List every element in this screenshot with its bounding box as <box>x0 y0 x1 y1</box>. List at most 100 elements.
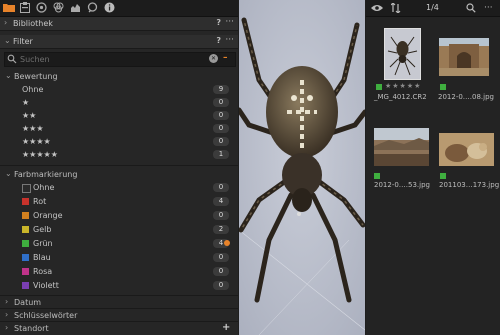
chat-icon[interactable] <box>87 2 98 13</box>
rating-filter-label: ★★ <box>22 111 37 120</box>
count-badge: 0 <box>213 281 229 290</box>
clear-search-icon[interactable]: ✕ <box>209 54 218 63</box>
rating-filter-row[interactable]: ★★★★ 0 <box>0 136 238 148</box>
chevron-down-icon: ⌄ <box>4 36 11 45</box>
color-swatch <box>22 212 29 219</box>
thumbnail-4[interactable] <box>439 133 494 166</box>
date-section-title: Datum <box>14 298 42 307</box>
color-balance-icon[interactable] <box>53 2 64 13</box>
count-badge: 0 <box>213 267 229 276</box>
date-section[interactable]: › Datum <box>0 295 238 309</box>
color-swatch <box>22 184 31 193</box>
color-tag-group-title: Farbmarkierung <box>14 170 78 179</box>
thumbnail-1-caption: _MG_4012.CR2 <box>374 93 427 101</box>
color-swatch <box>22 268 29 275</box>
rating-filter-row[interactable]: Ohne 9 <box>0 84 238 96</box>
image-counter: 1/4 <box>426 3 439 12</box>
chevron-right-icon: › <box>5 297 9 306</box>
spider-thumb-image <box>387 36 418 76</box>
color-filter-label: Rot <box>33 197 47 206</box>
color-filter-row[interactable]: Blau 0 <box>0 252 238 264</box>
color-filter-row[interactable]: Ohne 0 <box>0 182 238 194</box>
info-icon[interactable] <box>104 2 115 13</box>
rating-filter-row[interactable]: ★★ 0 <box>0 110 238 122</box>
thumbnail-3[interactable] <box>374 128 429 166</box>
location-section[interactable]: › Standort + <box>0 321 238 335</box>
capture-one-window: › Bibliothek ? ··· ⌄ Filter ? ··· Suchen… <box>0 0 500 335</box>
library-more-icon[interactable]: ··· <box>225 17 234 27</box>
tool-tabs-bar <box>0 0 238 17</box>
library-title: Bibliothek <box>13 19 53 28</box>
filter-search-input[interactable]: Suchen ✕ – <box>4 52 236 67</box>
chevron-right-icon: › <box>5 310 9 319</box>
eye-icon[interactable] <box>371 3 383 15</box>
filter-title: Filter <box>13 37 33 46</box>
count-badge: 2 <box>213 225 229 234</box>
filter-section-header[interactable]: ⌄ Filter ? ··· <box>0 35 238 49</box>
color-tag-group-header[interactable]: ⌄ Farbmarkierung <box>0 169 238 181</box>
color-swatch <box>22 240 29 247</box>
chevron-right-icon: › <box>5 323 9 332</box>
aperture-icon[interactable] <box>36 2 47 13</box>
add-location-button[interactable]: + <box>222 322 230 333</box>
color-filter-row[interactable]: Rot 4 <box>0 196 238 208</box>
browser-toolbar: 1/4 ··· <box>366 0 500 17</box>
count-badge: 0 <box>213 111 229 120</box>
sort-icon[interactable] <box>390 2 401 15</box>
animal-thumb-image <box>439 133 494 166</box>
keywords-section-title: Schlüsselwörter <box>14 311 78 320</box>
count-badge: 9 <box>213 85 229 94</box>
color-filter-row[interactable]: Grün 4 <box>0 238 238 250</box>
filter-more-icon[interactable]: ··· <box>225 35 234 45</box>
filter-help-button[interactable]: ? <box>216 36 221 45</box>
rating-filter-label: Ohne <box>22 85 44 94</box>
color-filter-row[interactable]: Orange 0 <box>0 210 238 222</box>
color-swatch <box>22 198 29 205</box>
rating-filter-label: ★ <box>22 98 30 107</box>
chevron-down-icon: ⌄ <box>5 169 12 178</box>
color-swatch <box>22 254 29 261</box>
thumbnail-2[interactable] <box>439 38 489 76</box>
search-placeholder: Suchen <box>20 55 50 64</box>
color-filter-label: Orange <box>33 211 63 220</box>
color-filter-row[interactable]: Gelb 2 <box>0 224 238 236</box>
green-tag-marker <box>376 84 382 90</box>
rating-filter-label: ★★★★ <box>22 137 51 146</box>
rating-filter-label: ★★★★★ <box>22 150 58 159</box>
rating-group-header[interactable]: ⌄ Bewertung <box>0 71 238 83</box>
keywords-section[interactable]: › Schlüsselwörter <box>0 308 238 322</box>
rating-filter-row[interactable]: ★ 0 <box>0 97 238 109</box>
count-badge: 4 <box>213 197 229 206</box>
color-filter-label: Gelb <box>33 225 52 234</box>
image-viewer[interactable] <box>239 0 365 335</box>
library-section-header[interactable]: › Bibliothek ? ··· <box>0 17 238 31</box>
chevron-down-icon: ⌄ <box>5 71 12 80</box>
color-filter-row[interactable]: Rosa 0 <box>0 266 238 278</box>
chevron-right-icon: › <box>4 18 8 27</box>
spider-photo <box>239 0 365 335</box>
thumbnail-1-stars[interactable]: ★★★★★ <box>385 82 421 90</box>
rating-filter-row[interactable]: ★★★★★ 1 <box>0 149 238 161</box>
search-icon[interactable] <box>466 3 476 15</box>
thumbnail-4-caption: 201103…173.jpg <box>439 181 500 189</box>
clipboard-icon[interactable] <box>20 2 31 13</box>
folder-icon[interactable] <box>3 2 15 13</box>
count-badge: 0 <box>213 98 229 107</box>
thumbnail-3-caption: 2012-0….53.jpg <box>374 181 430 189</box>
library-help-button[interactable]: ? <box>216 18 221 27</box>
cloud-icon[interactable] <box>70 2 81 13</box>
search-icon <box>7 54 17 66</box>
more-options-icon[interactable]: ··· <box>484 3 493 13</box>
search-options-icon[interactable]: – <box>223 53 228 63</box>
landscape-thumb-image <box>374 128 429 166</box>
color-filter-row[interactable]: Violett 0 <box>0 280 238 292</box>
green-tag-marker <box>374 173 380 179</box>
thumbnail-1[interactable] <box>384 28 421 80</box>
color-swatch <box>22 226 29 233</box>
location-section-title: Standort <box>14 324 49 333</box>
count-badge: 1 <box>213 150 229 159</box>
rating-filter-row[interactable]: ★★★ 0 <box>0 123 238 135</box>
rating-group-title: Bewertung <box>14 72 58 81</box>
divider <box>0 165 238 166</box>
color-filter-label: Rosa <box>33 267 53 276</box>
